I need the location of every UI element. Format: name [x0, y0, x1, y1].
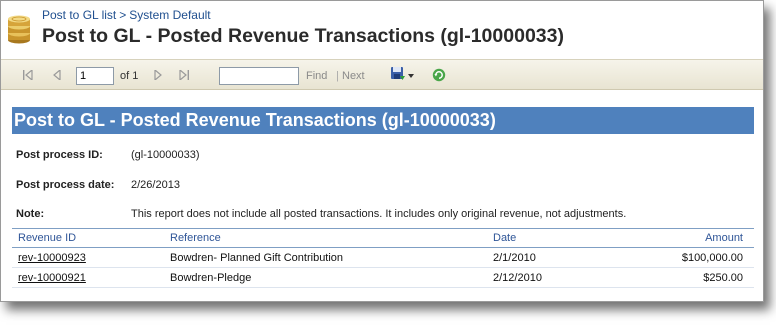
revenue-table: Revenue ID Reference Date Amount rev-100… [12, 228, 754, 288]
find-next-link[interactable]: Next [342, 70, 365, 82]
export-icon[interactable] [390, 66, 406, 82]
note-label: Note: [16, 208, 45, 220]
post-process-id-label: Post process ID: [16, 149, 103, 161]
previous-page-icon[interactable] [50, 68, 64, 82]
refresh-icon[interactable] [432, 68, 446, 82]
column-header-amount: Amount [705, 232, 743, 244]
post-process-id-value: (gl-10000033) [131, 149, 200, 161]
report-title-banner: Post to GL - Posted Revenue Transactions… [12, 107, 754, 134]
date-cell: 2/1/2010 [493, 252, 536, 264]
next-page-icon[interactable] [151, 68, 165, 82]
find-link[interactable]: Find [306, 70, 327, 82]
page-count-label: of 1 [120, 70, 139, 82]
breadcrumb-link-post-to-gl-list[interactable]: Post to GL list [42, 8, 116, 22]
note-value: This report does not include all posted … [131, 208, 627, 220]
first-page-icon[interactable] [21, 68, 35, 82]
report-window: Post to GL list > System Default Post to G… [0, 0, 764, 302]
find-input[interactable] [219, 67, 299, 85]
last-page-icon[interactable] [177, 68, 191, 82]
reference-cell: Bowdren- Planned Gift Contribution [170, 252, 344, 264]
page-title: Post to GL - Posted Revenue Transactions… [42, 25, 564, 47]
amount-cell: $250.00 [703, 272, 743, 284]
revenue-id-link[interactable]: rev-10000921 [18, 272, 86, 284]
table-header-row: Revenue ID Reference Date Amount [12, 228, 754, 248]
column-header-revenue-id: Revenue ID [18, 232, 77, 244]
post-process-date-value: 2/26/2013 [131, 179, 180, 191]
column-header-date: Date [493, 232, 517, 244]
reference-cell: Bowdren-Pledge [170, 272, 252, 284]
toolbar-separator: | [336, 70, 339, 82]
page-header: Post to GL list > System Default Post to G… [1, 1, 763, 55]
breadcrumb: Post to GL list > System Default [42, 8, 211, 22]
coins-icon [5, 13, 33, 45]
revenue-id-link[interactable]: rev-10000923 [18, 252, 86, 264]
dropdown-arrow-icon[interactable] [407, 69, 415, 83]
column-header-reference: Reference [170, 232, 221, 244]
table-row: rev-10000923 Bowdren- Planned Gift Contr… [12, 248, 754, 268]
post-process-date-label: Post process date: [16, 179, 115, 191]
breadcrumb-link-system-default[interactable]: System Default [129, 8, 210, 22]
amount-cell: $100,000.00 [681, 252, 743, 264]
report-toolbar: of 1 Find | Next [1, 59, 763, 90]
table-row: rev-10000921 Bowdren-Pledge 2/12/2010 $2… [12, 268, 754, 288]
page-number-input[interactable] [76, 67, 114, 85]
breadcrumb-separator: > [119, 8, 127, 22]
date-cell: 2/12/2010 [493, 272, 542, 284]
